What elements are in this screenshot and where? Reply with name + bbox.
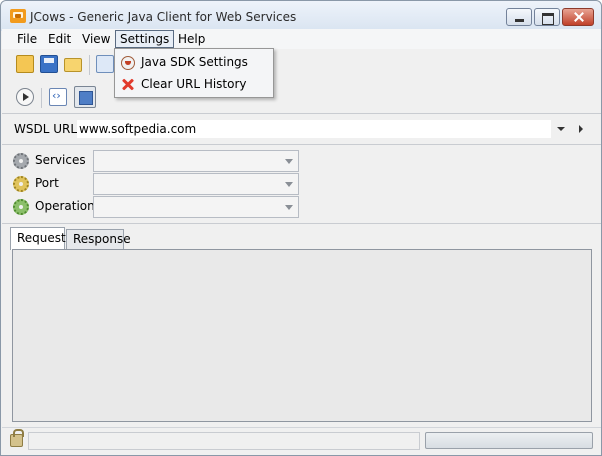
tab-request[interactable]: Request bbox=[10, 227, 66, 250]
divider bbox=[2, 144, 601, 145]
copy-icon[interactable] bbox=[96, 55, 114, 73]
menu-bar: File Edit View Settings Help bbox=[2, 29, 601, 49]
menu-item-java-sdk-settings[interactable]: Java SDK Settings bbox=[115, 52, 273, 74]
settings-dropdown-menu: Java SDK Settings Clear URL History bbox=[114, 48, 274, 98]
main-toolbar bbox=[2, 50, 601, 78]
view-toggle-icon[interactable] bbox=[74, 86, 96, 108]
run-icon[interactable] bbox=[16, 88, 34, 106]
cow-app-icon bbox=[10, 9, 26, 23]
status-bar bbox=[2, 427, 601, 455]
app-window: JCows - Generic Java Client for Web Serv… bbox=[0, 0, 602, 456]
lock-icon bbox=[10, 429, 24, 447]
window-title: JCows - Generic Java Client for Web Serv… bbox=[30, 10, 297, 24]
title-bar: JCows - Generic Java Client for Web Serv… bbox=[1, 1, 601, 31]
minimize-button[interactable] bbox=[506, 8, 532, 26]
menu-item-clear-url-history[interactable]: Clear URL History bbox=[115, 74, 273, 96]
status-text-field bbox=[28, 432, 420, 450]
java-icon bbox=[121, 56, 135, 70]
menu-settings[interactable]: Settings bbox=[115, 30, 175, 48]
menu-help[interactable]: Help bbox=[174, 30, 209, 48]
secondary-toolbar bbox=[2, 83, 601, 111]
gear-icon bbox=[13, 199, 29, 215]
port-label: Port bbox=[35, 176, 59, 190]
services-label: Services bbox=[35, 153, 86, 167]
menu-item-label: Java SDK Settings bbox=[141, 55, 248, 69]
gear-icon bbox=[13, 153, 29, 169]
menu-edit[interactable]: Edit bbox=[44, 30, 75, 48]
menu-item-label: Clear URL History bbox=[141, 77, 247, 91]
tab-response[interactable]: Response bbox=[66, 229, 131, 249]
operation-select[interactable] bbox=[93, 196, 299, 218]
divider bbox=[2, 113, 601, 114]
close-button[interactable] bbox=[562, 8, 594, 26]
request-content-panel[interactable] bbox=[12, 249, 592, 422]
toolbar-separator bbox=[89, 55, 90, 75]
gear-icon bbox=[13, 176, 29, 192]
divider bbox=[2, 223, 601, 224]
red-x-icon bbox=[121, 77, 135, 91]
toolbar-separator bbox=[41, 88, 42, 108]
menu-file[interactable]: File bbox=[13, 30, 41, 48]
services-select[interactable] bbox=[93, 150, 299, 172]
wsdl-history-dropdown[interactable] bbox=[552, 120, 570, 138]
menu-view[interactable]: View bbox=[78, 30, 114, 48]
wsdl-url-label: WSDL URL: bbox=[14, 122, 82, 136]
xml-icon[interactable] bbox=[49, 88, 67, 106]
folder-icon[interactable] bbox=[64, 58, 82, 72]
progress-bar bbox=[425, 432, 593, 449]
operation-label: Operation bbox=[35, 199, 95, 213]
maximize-button[interactable] bbox=[534, 8, 560, 26]
port-select[interactable] bbox=[93, 173, 299, 195]
open-icon[interactable] bbox=[16, 55, 34, 73]
wsdl-url-input[interactable] bbox=[77, 120, 551, 138]
save-icon[interactable] bbox=[40, 55, 58, 73]
wsdl-go-button[interactable] bbox=[572, 120, 590, 138]
